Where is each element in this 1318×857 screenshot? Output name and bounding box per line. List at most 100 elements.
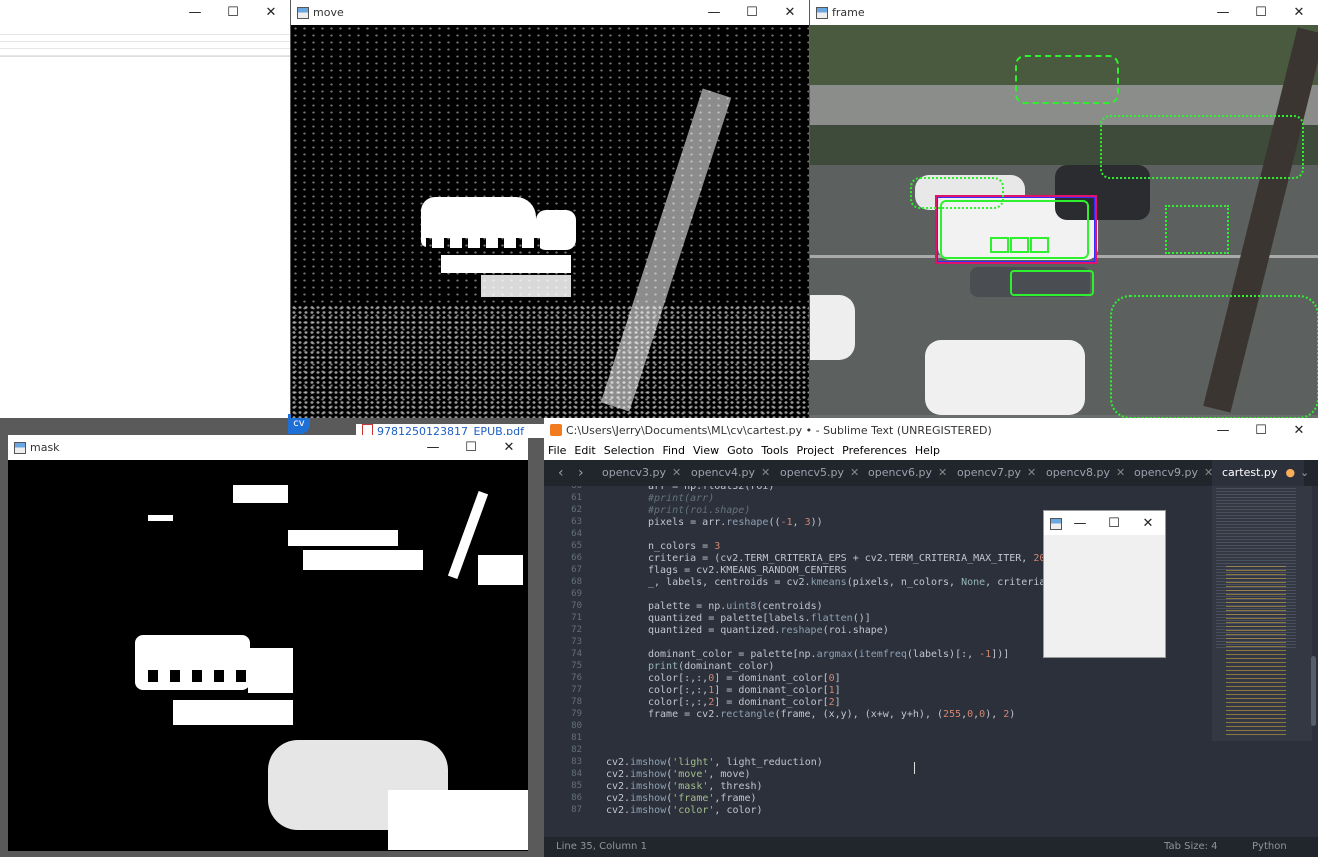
close-icon[interactable]: ✕ — [672, 466, 681, 479]
code-line: cv2.imshow('light', light_reduction) — [606, 757, 823, 768]
menu-tools[interactable]: Tools — [757, 443, 792, 460]
menu-help[interactable]: Help — [911, 443, 944, 460]
menu-goto[interactable]: Goto — [723, 443, 757, 460]
title-bar: C:\Users\Jerry\Documents\ML\cv\cartest.p… — [544, 418, 1318, 443]
minimap[interactable] — [1212, 486, 1318, 837]
line-number: 61 — [571, 493, 582, 503]
code-line: color[:,:,0] = dominant_color[0] — [648, 673, 841, 684]
tab-cartest[interactable]: cartest.py ● — [1212, 460, 1304, 486]
maximize-button[interactable]: ☐ — [1242, 418, 1280, 443]
window-color: — ☐ ✕ — [1043, 510, 1166, 658]
close-button[interactable]: ✕ — [490, 435, 528, 460]
title-bar: — ☐ ✕ — [0, 0, 290, 25]
close-icon[interactable]: ✕ — [850, 466, 859, 479]
unsaved-dot-icon: ● — [1285, 466, 1296, 479]
tab-label: opencv9.py — [1134, 466, 1198, 479]
toolbar-rows — [0, 28, 290, 57]
tab-opencv7[interactable]: opencv7.py ✕ — [957, 460, 1036, 486]
close-button[interactable]: ✕ — [252, 0, 290, 25]
line-number: 65 — [571, 541, 582, 551]
code-line: cv2.imshow('move', move) — [606, 769, 751, 780]
close-icon[interactable]: ✕ — [761, 466, 770, 479]
code-line: #print(arr) — [648, 493, 715, 504]
window-sublime: C:\Users\Jerry\Documents\ML\cv\cartest.p… — [544, 418, 1318, 857]
menu-file[interactable]: File — [544, 443, 570, 460]
frame-image — [810, 25, 1318, 418]
tab-label: opencv8.py — [1046, 466, 1110, 479]
line-number: 86 — [571, 793, 582, 803]
window-mask: mask — ☐ ✕ — [8, 435, 528, 851]
code-line: cv2.imshow('mask', thresh) — [606, 781, 763, 792]
minimize-button[interactable]: — — [1204, 0, 1242, 25]
line-number: 72 — [571, 625, 582, 635]
line-number: 81 — [571, 733, 582, 743]
line-number: 79 — [571, 709, 582, 719]
close-button[interactable]: ✕ — [1280, 418, 1318, 443]
maximize-button[interactable]: ☐ — [452, 435, 490, 460]
status-position[interactable]: Line 35, Column 1 — [556, 841, 647, 852]
line-number: 76 — [571, 673, 582, 683]
line-number: 80 — [571, 721, 582, 731]
menu-view[interactable]: View — [689, 443, 723, 460]
menu-project[interactable]: Project — [793, 443, 839, 460]
tab-opencv5[interactable]: opencv5.py ✕ — [780, 460, 859, 486]
line-number: 62 — [571, 505, 582, 515]
tab-opencv6[interactable]: opencv6.py ✕ — [868, 460, 947, 486]
window-title: C:\Users\Jerry\Documents\ML\cv\cartest.p… — [566, 424, 992, 437]
tab-list-chevron-icon[interactable]: ⌄ — [1300, 460, 1309, 486]
line-number: 70 — [571, 601, 582, 611]
close-icon[interactable]: ✕ — [1116, 466, 1125, 479]
nav-back-icon[interactable]: ‹ — [558, 460, 564, 486]
code-line: frame = cv2.rectangle(frame, (x,y), (x+w… — [648, 709, 1016, 720]
status-bar: Line 35, Column 1 Tab Size: 4 Python — [544, 837, 1318, 857]
code-line: quantized = palette[labels.flatten()] — [648, 613, 871, 624]
title-bar: — ☐ ✕ — [1044, 511, 1165, 535]
close-icon[interactable]: ✕ — [1027, 466, 1036, 479]
text-cursor-icon — [914, 762, 915, 774]
tab-opencv4[interactable]: opencv4.py ✕ — [691, 460, 770, 486]
tab-label: opencv5.py — [780, 466, 844, 479]
code-line: quantized = quantized.reshape(roi.shape) — [648, 625, 889, 636]
minimize-button[interactable]: — — [1063, 511, 1097, 536]
maximize-button[interactable]: ☐ — [214, 0, 252, 25]
code-line: dominant_color = palette[np.argmax(itemf… — [648, 649, 1010, 660]
tab-opencv3[interactable]: opencv3.py ✕ — [602, 460, 681, 486]
menu-edit[interactable]: Edit — [570, 443, 599, 460]
menu-selection[interactable]: Selection — [600, 443, 659, 460]
window-title: move — [313, 6, 344, 19]
tab-label: opencv4.py — [691, 466, 755, 479]
close-button[interactable]: ✕ — [771, 0, 809, 25]
menu-preferences[interactable]: Preferences — [838, 443, 911, 460]
close-icon[interactable]: ✕ — [938, 466, 947, 479]
move-image — [291, 25, 809, 418]
tab-opencv9[interactable]: opencv9.py ✕ — [1134, 460, 1213, 486]
maximize-button[interactable]: ☐ — [1097, 511, 1131, 536]
maximize-button[interactable]: ☐ — [1242, 0, 1280, 25]
line-number: 60 — [571, 486, 582, 491]
tab-label: opencv6.py — [868, 466, 932, 479]
minimize-button[interactable]: — — [1204, 418, 1242, 443]
minimize-button[interactable]: — — [695, 0, 733, 25]
sublime-icon — [550, 424, 562, 436]
window-title: frame — [832, 6, 865, 19]
code-line: #print(roi.shape) — [648, 505, 751, 516]
mask-image — [8, 460, 528, 851]
status-tab-size[interactable]: Tab Size: 4 — [1164, 841, 1218, 852]
minimize-button[interactable]: — — [414, 435, 452, 460]
tab-label: opencv7.py — [957, 466, 1021, 479]
close-button[interactable]: ✕ — [1131, 511, 1165, 536]
window-left: — ☐ ✕ — [0, 0, 290, 418]
close-button[interactable]: ✕ — [1280, 0, 1318, 25]
minimize-button[interactable]: — — [176, 0, 214, 25]
tab-label: cartest.py — [1222, 466, 1278, 479]
scrollbar[interactable] — [1311, 656, 1316, 726]
line-number: 63 — [571, 517, 582, 527]
status-syntax[interactable]: Python — [1252, 841, 1287, 852]
line-number: 74 — [571, 649, 582, 659]
menu-find[interactable]: Find — [658, 443, 689, 460]
line-number: 67 — [571, 565, 582, 575]
tab-opencv8[interactable]: opencv8.py ✕ — [1046, 460, 1125, 486]
nav-forward-icon[interactable]: › — [578, 460, 584, 486]
maximize-button[interactable]: ☐ — [733, 0, 771, 25]
line-number: 87 — [571, 805, 582, 815]
